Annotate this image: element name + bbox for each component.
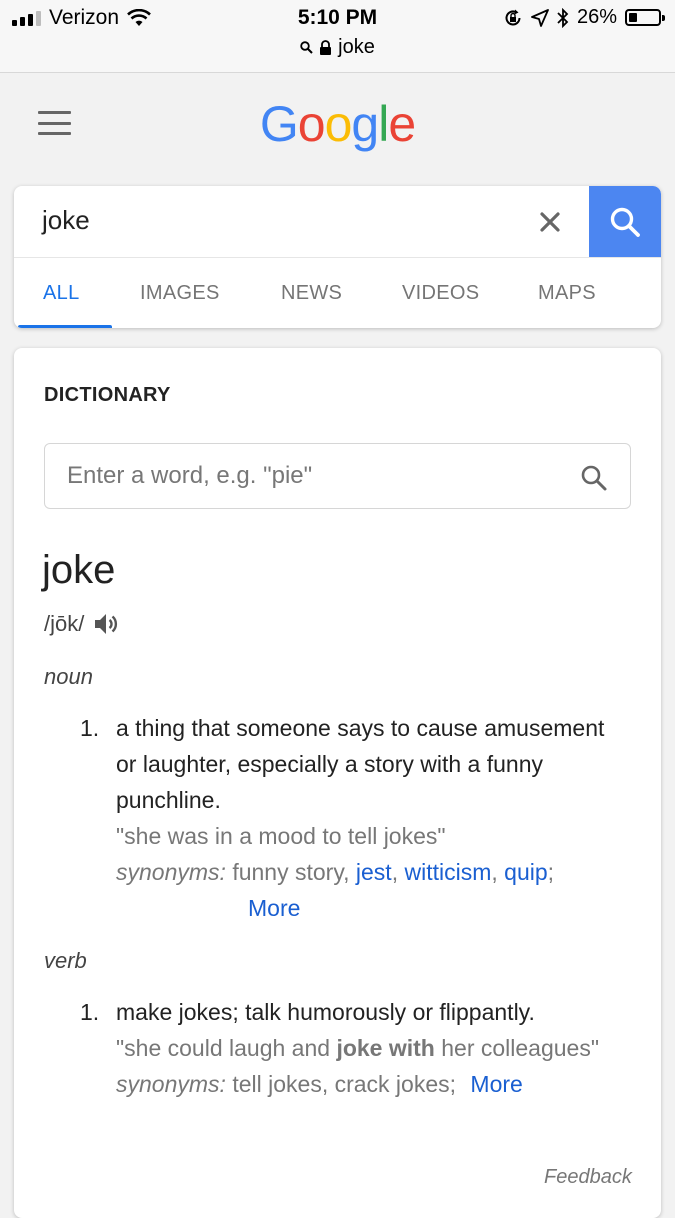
synonyms-row: synonyms: tell jokes, crack jokes; More (116, 1066, 620, 1102)
synonyms-row: synonyms: funny story, jest, witticism, … (116, 859, 555, 885)
synonym-link-quip[interactable]: quip (504, 859, 547, 885)
definition: a thing that someone says to cause amuse… (116, 715, 605, 813)
tab-all[interactable]: ALL (43, 282, 80, 305)
speaker-icon[interactable] (92, 610, 120, 638)
more-synonyms-link[interactable]: More (470, 1071, 522, 1097)
pronunciation: /jōk/ (44, 611, 85, 636)
search-card: joke ALL IMAGES NEWS VIDEOS MAPS (14, 186, 661, 328)
search-icon[interactable] (579, 463, 609, 493)
battery-percent: 26% (576, 6, 617, 28)
google-logo[interactable]: Google (0, 95, 675, 153)
synonyms-label: synonyms: (116, 1071, 226, 1097)
logo-letter: o (324, 96, 353, 152)
part-of-speech-noun: noun (44, 664, 93, 689)
definition: make jokes; talk humorously or flippantl… (116, 999, 535, 1025)
active-tab-indicator (18, 325, 112, 328)
synonym-link-jest[interactable]: jest (356, 859, 392, 885)
search-button[interactable] (589, 186, 661, 257)
example: "she was in a mood to tell jokes" (116, 823, 446, 849)
url-bar[interactable]: joke (0, 36, 675, 59)
headword: joke (42, 548, 116, 592)
example: "she could laugh and joke with her colle… (116, 1035, 600, 1061)
search-icon (300, 41, 313, 54)
pronunciation-row: /jōk/ (44, 610, 120, 638)
feedback-link[interactable]: Feedback (544, 1166, 632, 1189)
battery-icon (625, 9, 665, 26)
close-icon[interactable] (532, 204, 568, 240)
dictionary-search-input[interactable] (67, 444, 557, 507)
synonym: funny story, (232, 859, 350, 885)
search-query[interactable]: joke (42, 205, 90, 236)
logo-letter: e (388, 96, 416, 152)
more-synonyms-link[interactable]: More (248, 895, 300, 921)
dictionary-search-box (44, 443, 631, 509)
synonym: tell jokes, crack jokes; (232, 1071, 457, 1097)
bluetooth-icon (557, 7, 569, 28)
synonym-link-witticism[interactable]: witticism (404, 859, 491, 885)
logo-letter: g (351, 96, 379, 152)
logo-letter: o (297, 96, 326, 152)
part-of-speech-verb: verb (44, 948, 87, 973)
status-right: 26% (503, 6, 665, 29)
dictionary-title: DICTIONARY (44, 384, 171, 406)
dictionary-card: DICTIONARY joke /jōk/ noun 1. a thing th… (14, 348, 661, 1218)
orientation-lock-icon (505, 9, 521, 25)
sense-number: 1. (80, 999, 100, 1025)
lock-icon (320, 39, 332, 55)
tab-videos[interactable]: VIDEOS (402, 282, 479, 305)
sense-number: 1. (80, 715, 100, 741)
search-tabs: ALL IMAGES NEWS VIDEOS MAPS (14, 257, 661, 328)
verb-sense-1: 1. make jokes; talk humorously or flippa… (80, 994, 620, 1102)
url-text: joke (338, 36, 375, 58)
tab-images[interactable]: IMAGES (140, 282, 220, 305)
logo-letter: G (259, 96, 299, 152)
location-icon (531, 8, 549, 27)
tab-news[interactable]: NEWS (281, 282, 342, 305)
tab-maps[interactable]: MAPS (538, 282, 596, 305)
status-bar: Verizon 5:10 PM 26% joke (0, 0, 675, 73)
logo-letter: l (378, 96, 389, 152)
synonyms-label: synonyms: (116, 859, 226, 885)
noun-sense-1: 1. a thing that someone says to cause am… (80, 710, 620, 926)
search-icon (610, 207, 640, 237)
